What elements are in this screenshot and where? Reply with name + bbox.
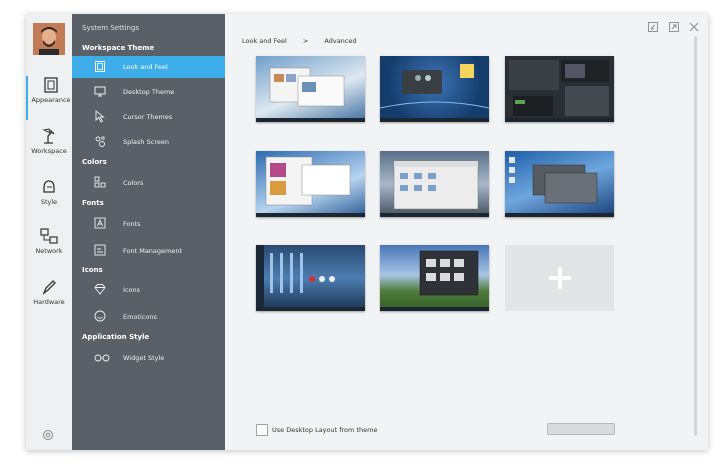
sidebar-item-desktop-theme[interactable]: Desktop Theme — [72, 81, 225, 103]
minimize-icon[interactable] — [647, 21, 659, 33]
glasses-icon — [94, 354, 110, 362]
sidebar-item-label: Widget Style — [123, 354, 165, 362]
smiley-icon — [94, 310, 106, 322]
network-icon — [40, 228, 58, 244]
section-fonts: Fonts — [82, 199, 104, 207]
helmet-icon — [43, 180, 55, 193]
sidebar-item-label: Colors — [123, 179, 144, 187]
sidebar-title: System Settings — [82, 24, 140, 32]
font-management-icon — [94, 244, 106, 256]
monitor-icon — [94, 86, 106, 97]
section-icons: Icons — [82, 266, 103, 274]
category-label: Appearance — [31, 96, 71, 104]
sidebar-item-fonts[interactable]: Fonts — [72, 213, 225, 235]
theme-thumbnail[interactable] — [256, 151, 365, 217]
pen-icon — [42, 280, 56, 295]
desk-lamp-icon — [42, 128, 55, 144]
sidebar-item-look-and-feel[interactable]: Look and Feel — [72, 56, 225, 78]
sidebar-item-label: Cursor Themes — [123, 113, 173, 121]
section-application-style: Application Style — [82, 333, 150, 341]
splash-icon — [95, 136, 105, 147]
theme-thumbnail[interactable] — [380, 56, 489, 122]
theme-thumbnail[interactable] — [505, 151, 614, 217]
theme-thumbnail[interactable] — [380, 151, 489, 217]
theme-thumbnail[interactable] — [380, 245, 489, 311]
sidebar-item-label: Look and Feel — [123, 63, 168, 71]
breadcrumb-look-and-feel[interactable]: Look and Feel — [242, 37, 287, 45]
paint-frame-icon — [44, 77, 58, 93]
category-appearance[interactable]: Appearance — [26, 76, 74, 120]
palette-icon — [94, 176, 106, 188]
category-workspace[interactable]: Workspace — [26, 127, 72, 171]
maximize-icon[interactable] — [668, 21, 680, 33]
breadcrumb: Look and Feel > Advanced — [242, 37, 371, 45]
diamond-icon — [94, 284, 106, 295]
font-icon — [94, 217, 106, 229]
section-colors: Colors — [82, 158, 107, 166]
category-column: Appearance Workspace Style Network Hardw… — [26, 14, 72, 450]
sidebar-item-label: Font Management — [123, 247, 183, 255]
breadcrumb-advanced[interactable]: Advanced — [324, 37, 356, 45]
desktop-layout-checkbox[interactable] — [256, 424, 268, 436]
system-settings-window: Appearance Workspace Style Network Hardw… — [26, 14, 708, 450]
category-network[interactable]: Network — [26, 227, 72, 271]
close-icon[interactable] — [688, 21, 700, 33]
sidebar-item-splash-screen[interactable]: Splash Screen — [72, 131, 225, 153]
gear-icon[interactable] — [42, 426, 54, 445]
add-theme-button[interactable] — [505, 245, 614, 311]
sidebar-item-widget-style[interactable]: Widget Style — [72, 347, 225, 369]
theme-thumbnail[interactable] — [256, 56, 365, 122]
sidebar-item-label: Splash Screen — [123, 138, 169, 146]
sidebar-item-label: Desktop Theme — [123, 88, 175, 96]
main-content: Look and Feel > Advanced Use Desktop Lay… — [225, 14, 708, 450]
desktop-layout-label: Use Desktop Layout from theme — [272, 426, 378, 434]
sidebar-item-font-management[interactable]: Font Management — [72, 240, 225, 262]
category-label: Hardware — [33, 298, 65, 306]
module-sidebar: System Settings Workspace Theme Look and… — [72, 14, 225, 450]
avatar[interactable] — [33, 23, 65, 55]
paint-frame-icon — [95, 61, 105, 72]
cursor-icon — [95, 110, 105, 123]
theme-thumbnail[interactable] — [505, 56, 614, 122]
category-style[interactable]: Style — [26, 178, 72, 222]
sidebar-item-label: Emoticons — [123, 313, 157, 321]
section-workspace-theme: Workspace Theme — [82, 44, 155, 52]
sidebar-item-label: Fonts — [123, 220, 141, 228]
sidebar-item-colors[interactable]: Colors — [72, 172, 225, 194]
sidebar-item-emoticons[interactable]: Emoticons — [72, 306, 225, 328]
sidebar-item-icons[interactable]: Icons — [72, 279, 225, 301]
category-hardware[interactable]: Hardware — [26, 278, 72, 322]
breadcrumb-separator: > — [302, 37, 309, 45]
scrollbar[interactable] — [694, 36, 697, 436]
theme-thumbnail[interactable] — [256, 245, 365, 311]
sidebar-item-cursor-themes[interactable]: Cursor Themes — [72, 106, 225, 128]
sidebar-item-label: Icons — [123, 286, 140, 294]
apply-button[interactable] — [547, 423, 615, 435]
category-label: Network — [35, 247, 63, 255]
category-label: Workspace — [31, 147, 67, 155]
category-label: Style — [40, 198, 58, 206]
